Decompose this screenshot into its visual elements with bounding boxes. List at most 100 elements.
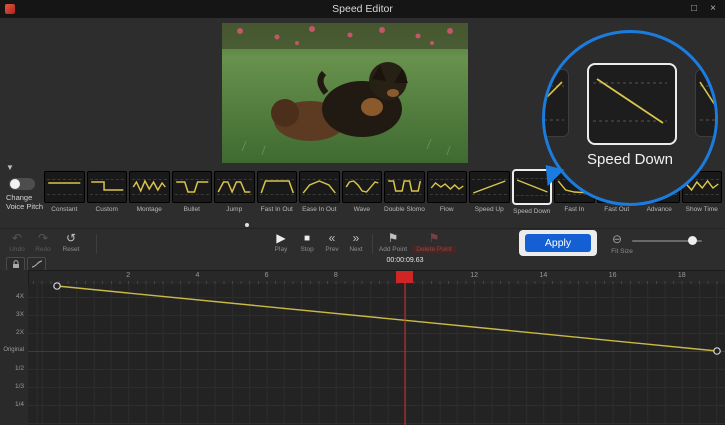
fit-size-label: Fit Size bbox=[600, 248, 644, 255]
window-title: Speed Editor bbox=[0, 0, 725, 18]
preset-constant[interactable]: Constant bbox=[44, 171, 85, 219]
preset-thumbnail bbox=[172, 171, 213, 203]
close-button[interactable]: × bbox=[704, 0, 722, 18]
toggle-knob bbox=[10, 179, 20, 189]
speed-scale-label-2x: 2X bbox=[16, 329, 24, 336]
delete-point-icon: ⚑ bbox=[412, 232, 456, 245]
play-button[interactable]: ▶ Play bbox=[268, 232, 294, 253]
preset-label: Fast In Out bbox=[257, 206, 298, 213]
redo-icon: ↷ bbox=[30, 232, 56, 245]
preset-speed-up[interactable]: Speed Up bbox=[469, 171, 510, 219]
title-bar: Speed Editor □ × bbox=[0, 0, 725, 18]
preset-label: Custom bbox=[87, 206, 128, 213]
callout-left-curve-icon bbox=[542, 70, 568, 136]
preset-label: Advance bbox=[639, 206, 680, 213]
prev-button[interactable]: « Prev bbox=[320, 232, 344, 253]
preset-bullet[interactable]: Bullet bbox=[172, 171, 213, 219]
preset-curve-icon bbox=[258, 175, 297, 199]
callout-speed-down-preset bbox=[587, 63, 677, 145]
preset-flow[interactable]: Flow bbox=[427, 171, 468, 219]
next-icon: » bbox=[344, 232, 368, 245]
preset-jump[interactable]: Jump bbox=[214, 171, 255, 219]
apply-button[interactable]: Apply bbox=[525, 234, 591, 252]
preset-thumbnail bbox=[44, 171, 85, 203]
preset-thumbnail bbox=[384, 171, 425, 203]
speed-scale-label-1-3: 1/3 bbox=[15, 383, 24, 390]
collapse-presets-arrow-icon[interactable]: ▼ bbox=[6, 163, 14, 172]
reset-icon: ↺ bbox=[56, 232, 86, 245]
next-button[interactable]: » Next bbox=[344, 232, 368, 253]
toolbar: ↶ Undo ↷ Redo ↺ Reset ▶ Play ■ Stop « Pr… bbox=[0, 228, 725, 259]
preset-label: Constant bbox=[44, 206, 85, 213]
maximize-button[interactable]: □ bbox=[685, 0, 703, 18]
playhead-timestamp: 00:00:09.63 bbox=[368, 257, 442, 264]
preset-custom[interactable]: Custom bbox=[87, 171, 128, 219]
stop-button[interactable]: ■ Stop bbox=[294, 232, 320, 253]
speed-scale-label-4x: 4X bbox=[16, 293, 24, 300]
curve-end-point[interactable] bbox=[714, 348, 720, 354]
video-frame-art bbox=[222, 23, 468, 163]
speed-scale-label-original: Original bbox=[3, 347, 24, 353]
preset-curve-icon bbox=[45, 175, 84, 199]
preset-scroll-indicator[interactable] bbox=[245, 223, 249, 227]
speed-scale-gutter: 4X 3X 2X Original 1/2 1/3 1/4 bbox=[0, 270, 29, 425]
preset-fast-in-out[interactable]: Fast In Out bbox=[257, 171, 298, 219]
prev-icon: « bbox=[320, 232, 344, 245]
preset-wave[interactable]: Wave bbox=[342, 171, 383, 219]
toolbar-separator bbox=[372, 234, 373, 254]
preset-curve-icon bbox=[173, 175, 212, 199]
preset-montage[interactable]: Montage bbox=[129, 171, 170, 219]
speed-editor-window: Speed Editor □ × bbox=[0, 0, 725, 425]
preset-curve-icon bbox=[215, 175, 254, 199]
apply-highlight-panel: Apply bbox=[519, 230, 597, 256]
preset-label: Fast Out bbox=[597, 206, 638, 213]
undo-button[interactable]: ↶ Undo bbox=[4, 232, 30, 253]
callout-label: Speed Down bbox=[545, 151, 715, 168]
callout-right-preset bbox=[695, 69, 718, 137]
speed-curve-overlay bbox=[28, 270, 725, 425]
curve-mode-button[interactable] bbox=[27, 257, 46, 271]
reset-button[interactable]: ↺ Reset bbox=[56, 232, 86, 253]
speed-down-callout: Speed Down bbox=[542, 30, 718, 206]
callout-speed-down-curve-icon bbox=[589, 65, 671, 139]
curve-start-point[interactable] bbox=[54, 283, 60, 289]
preset-label: Bullet bbox=[172, 206, 213, 213]
zoom-out-icon[interactable]: ⊖ bbox=[612, 233, 622, 245]
preset-curve-icon bbox=[343, 175, 382, 199]
preset-thumbnail bbox=[257, 171, 298, 203]
callout-right-curve-icon bbox=[696, 70, 718, 136]
fit-size-slider-knob[interactable] bbox=[688, 236, 697, 245]
speed-scale-label-1-2: 1/2 bbox=[15, 365, 24, 372]
toolbar-separator bbox=[96, 234, 97, 254]
add-point-button[interactable]: ⚑ Add Point bbox=[376, 232, 410, 253]
preset-thumbnail bbox=[129, 171, 170, 203]
speed-scale-label-3x: 3X bbox=[16, 311, 24, 318]
preset-label: Montage bbox=[129, 206, 170, 213]
delete-point-button[interactable]: ⚑ Delete Point bbox=[412, 232, 456, 253]
voice-pitch-toggle[interactable] bbox=[9, 178, 35, 190]
preset-label: Double Slomo bbox=[384, 206, 425, 213]
preset-label: Speed Down bbox=[512, 208, 553, 215]
preset-ease-in-out[interactable]: Ease In Out bbox=[299, 171, 340, 219]
preset-label: Ease In Out bbox=[299, 206, 340, 213]
video-preview bbox=[222, 23, 468, 163]
undo-icon: ↶ bbox=[4, 232, 30, 245]
preset-label: Fast In bbox=[554, 206, 595, 213]
lock-button[interactable] bbox=[6, 257, 25, 271]
preset-label: Jump bbox=[214, 206, 255, 213]
preset-curve-icon bbox=[470, 175, 509, 199]
preset-thumbnail bbox=[469, 171, 510, 203]
redo-button[interactable]: ↷ Redo bbox=[30, 232, 56, 253]
speed-curve-line[interactable] bbox=[57, 286, 717, 351]
speed-scale-label-1-4: 1/4 bbox=[15, 401, 24, 408]
playhead-marker[interactable] bbox=[396, 271, 413, 283]
preset-thumbnail bbox=[87, 171, 128, 203]
preset-label: Show Time bbox=[682, 206, 723, 213]
preset-curve-icon bbox=[88, 175, 127, 199]
preset-label: Speed Up bbox=[469, 206, 510, 213]
preset-curve-icon bbox=[130, 175, 169, 199]
preset-double-slomo[interactable]: Double Slomo bbox=[384, 171, 425, 219]
add-point-icon: ⚑ bbox=[376, 232, 410, 245]
curve-icon bbox=[31, 259, 43, 269]
play-icon: ▶ bbox=[268, 232, 294, 245]
